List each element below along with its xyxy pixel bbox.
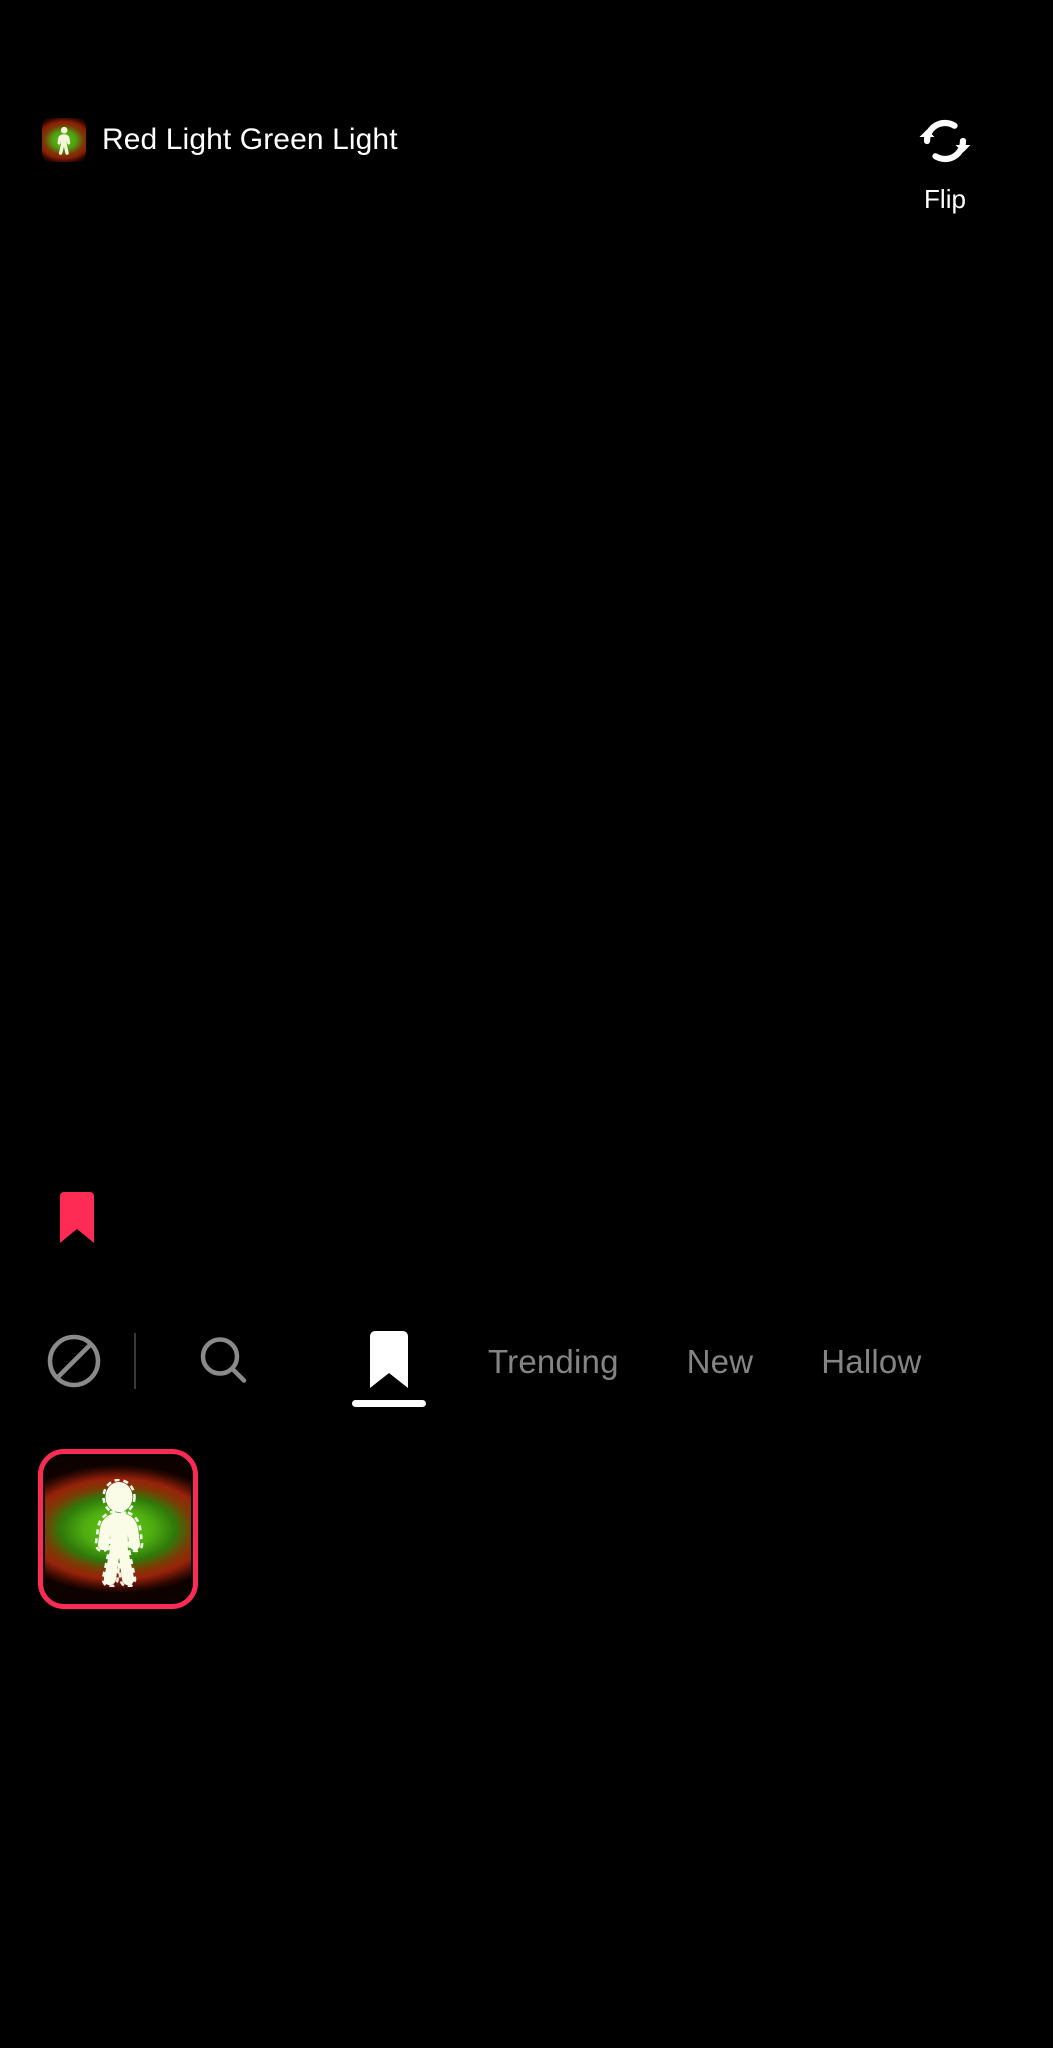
camera-screen: Red Light Green Light Flip Trending New … xyxy=(0,0,1053,2048)
current-effect-title: Red Light Green Light xyxy=(102,123,398,156)
tab-divider xyxy=(134,1333,136,1389)
camera-preview[interactable] xyxy=(0,260,1053,1308)
tab-trending[interactable]: Trending xyxy=(454,1297,653,1425)
save-effect-button[interactable] xyxy=(57,1191,97,1246)
active-tab-indicator xyxy=(352,1400,426,1407)
effect-category-tabs[interactable]: Trending New Hallow xyxy=(0,1297,1053,1425)
flip-camera-button[interactable]: Flip xyxy=(887,108,1003,212)
effect-item-red-light-green-light[interactable] xyxy=(38,1449,198,1609)
tab-new[interactable]: New xyxy=(653,1297,788,1425)
running-person-icon xyxy=(94,1479,144,1588)
effect-thumbnail xyxy=(45,1456,191,1602)
no-effect-circle-slash-icon xyxy=(45,1332,103,1390)
tab-search-effects[interactable] xyxy=(164,1297,284,1425)
flip-camera-label: Flip xyxy=(924,184,966,214)
search-icon xyxy=(195,1332,253,1390)
bookmark-filled-icon xyxy=(366,1330,412,1392)
rotate-refresh-icon xyxy=(919,119,971,163)
tab-halloween[interactable]: Hallow xyxy=(787,1297,955,1425)
bookmark-filled-icon xyxy=(60,1192,94,1243)
header-bar: Red Light Green Light Flip xyxy=(0,0,1053,260)
tab-halloween-label: Hallow xyxy=(821,1342,922,1380)
current-effect-chip[interactable]: Red Light Green Light xyxy=(42,118,398,162)
tab-new-label: New xyxy=(686,1342,754,1380)
tab-clear-effect[interactable] xyxy=(14,1297,134,1425)
tab-saved-effects[interactable] xyxy=(324,1297,454,1425)
effect-panel: Trending New Hallow xyxy=(0,1297,1053,2048)
tab-trending-label: Trending xyxy=(488,1342,619,1380)
current-effect-thumbnail xyxy=(42,118,86,162)
effect-grid xyxy=(0,1425,1053,1609)
running-person-icon xyxy=(57,126,71,155)
